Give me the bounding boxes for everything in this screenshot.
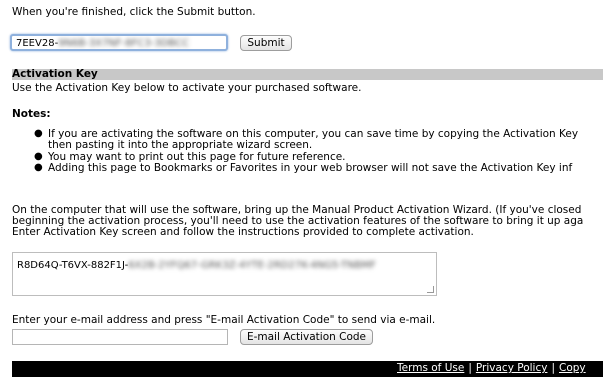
activation-page: When you're finished, click the Submit b… — [0, 0, 603, 377]
email-prompt: Enter your e-mail address and press "E-m… — [12, 314, 436, 326]
note-text: Adding this page to Bookmarks or Favorit… — [48, 162, 573, 174]
footer-bar: Terms of Use | Privacy Policy | Copy — [12, 361, 603, 377]
notes-heading: Notes: — [12, 108, 51, 120]
footer-links: Terms of Use | Privacy Policy | Copy — [397, 362, 586, 374]
resize-handle-icon[interactable] — [427, 286, 434, 293]
key-input-prefix: 7EEV28- — [16, 38, 59, 49]
key-input-obscured: 9N6B-3X7NF-8FC3-3DBCC — [58, 38, 190, 49]
bullet-icon: ● — [34, 151, 43, 162]
privacy-policy-link[interactable]: Privacy Policy — [476, 362, 548, 374]
section-header-bar — [12, 69, 603, 80]
activation-key-prefix: R8D64Q-T6VX-882F1J- — [17, 260, 129, 271]
copyright-link[interactable]: Copy — [559, 362, 586, 374]
paragraph-line: Enter Activation Key screen and follow t… — [12, 226, 474, 238]
activation-key-input[interactable]: 7EEV28-9N6B-3X7NF-8FC3-3DBCC — [10, 34, 228, 51]
instructions-paragraph: On the computer that will use the softwa… — [12, 205, 583, 238]
bullet-icon: ● — [34, 162, 43, 173]
submit-instruction: When you're finished, click the Submit b… — [12, 6, 256, 18]
activation-key-textarea[interactable]: R8D64Q-T6VX-882F1J-6X2B-2YFQ67-GRK3Z-4YT… — [12, 252, 437, 296]
submit-button[interactable]: Submit — [240, 35, 292, 51]
footer-separator: | — [551, 362, 555, 374]
bullet-icon: ● — [34, 128, 43, 139]
terms-of-use-link[interactable]: Terms of Use — [397, 362, 464, 374]
section-title: Activation Key — [12, 68, 98, 80]
note-text-continued: then pasting it into the appropriate wiz… — [48, 139, 313, 151]
email-input[interactable] — [12, 329, 228, 345]
activation-key-obscured: 6X2B-2YFQ67-GRK3Z-4YTE-2RD27K-4NG5-TNBMF — [128, 260, 376, 271]
footer-separator: | — [468, 362, 472, 374]
section-description: Use the Activation Key below to activate… — [12, 82, 362, 94]
email-activation-code-button[interactable]: E-mail Activation Code — [240, 329, 373, 345]
